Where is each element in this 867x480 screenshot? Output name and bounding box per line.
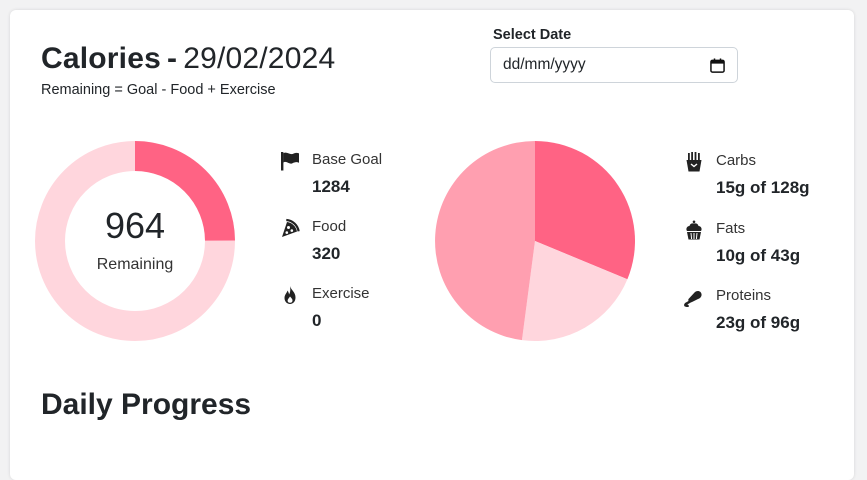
remaining-label: Remaining <box>96 256 174 273</box>
stat-base-goal: Base Goal 1284 <box>280 151 420 201</box>
stat-fats: Fats 10g of 43g <box>684 220 844 270</box>
stat-exercise: Exercise 0 <box>280 285 420 335</box>
stat-value: 320 <box>312 244 341 263</box>
calories-card: Calories -29/02/2024 Remaining = Goal - F… <box>10 10 854 480</box>
stat-label: Proteins <box>716 287 772 304</box>
stat-value: 0 <box>312 311 322 330</box>
meat-icon <box>684 290 702 307</box>
stat-value: 10g of 43g <box>716 246 801 265</box>
cupcake-icon <box>686 220 702 240</box>
flag-icon <box>281 152 299 171</box>
stat-value: 1284 <box>312 177 350 196</box>
date-input[interactable]: dd/mm/yyyy <box>490 47 738 83</box>
calendar-icon[interactable] <box>710 57 725 73</box>
stat-value: 15g of 128g <box>716 178 810 197</box>
stat-label: Base Goal <box>312 151 383 168</box>
stat-value: 23g of 96g <box>716 313 801 332</box>
stat-label: Exercise <box>312 285 370 302</box>
remaining-formula: Remaining = Goal - Food + Exercise <box>41 82 276 98</box>
stat-label: Fats <box>716 220 746 237</box>
page-title: Calories -29/02/2024 <box>41 42 335 76</box>
date-picker-label: Select Date <box>493 27 572 43</box>
stat-label: Food <box>312 218 347 235</box>
daily-progress-title: Daily Progress <box>41 388 252 421</box>
macros-pie-chart <box>435 141 635 341</box>
pie-slice-proteins <box>435 141 535 341</box>
title-separator: - <box>167 42 178 75</box>
title-date: 29/02/2024 <box>183 42 336 75</box>
title-text: Calories <box>41 42 161 75</box>
stat-label: Carbs <box>716 152 757 169</box>
date-input-placeholder: dd/mm/yyyy <box>503 56 586 73</box>
remaining-value: 964 <box>104 205 166 246</box>
pizza-icon <box>282 218 300 237</box>
fire-icon <box>284 286 296 304</box>
stat-proteins: Proteins 23g of 96g <box>684 287 844 337</box>
fries-icon <box>686 152 702 172</box>
stat-food: Food 320 <box>280 218 420 268</box>
stat-carbs: Carbs 15g of 128g <box>684 152 844 202</box>
